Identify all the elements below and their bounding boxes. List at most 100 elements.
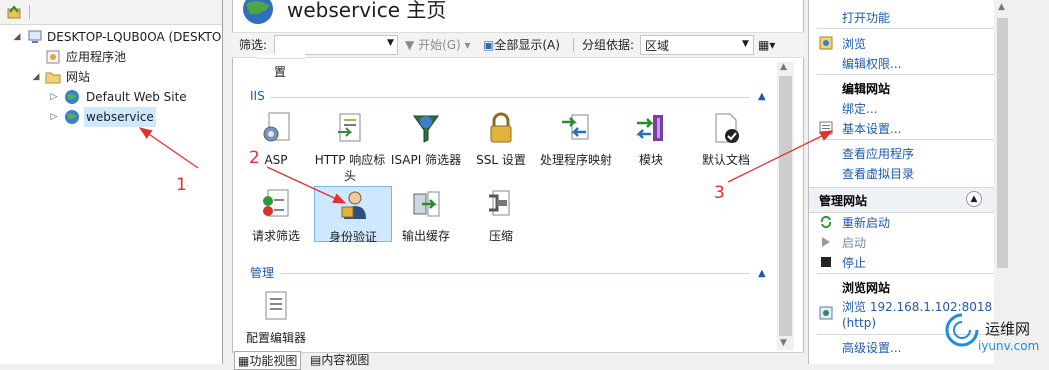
handler-mapping-icon xyxy=(562,114,589,140)
site-globe-icon xyxy=(243,0,273,24)
features-scrollbar[interactable]: ▲ ▼ xyxy=(777,62,794,350)
features-view-icon: ▦ xyxy=(238,354,250,368)
browse-site-header: 浏览网站 xyxy=(842,281,891,295)
page-title: webservice 主页 xyxy=(287,0,447,22)
scroll-down-icon[interactable]: ▼ xyxy=(780,338,787,348)
request-filter-icon xyxy=(263,189,289,217)
feature-output-caching[interactable]: 输出缓存 xyxy=(388,188,464,244)
asp-icon xyxy=(263,112,290,142)
start-link[interactable]: 启动 xyxy=(842,234,866,251)
group-by-value: 区域 xyxy=(645,39,670,53)
feature-modules[interactable]: 模块 xyxy=(613,112,689,168)
folder-icon xyxy=(45,72,61,84)
section-manage-header[interactable]: 管理 xyxy=(250,264,274,282)
section-iis-header[interactable]: IIS xyxy=(250,87,265,105)
watermark-cn: 运维网 xyxy=(985,320,1031,338)
basic-settings-link[interactable]: 基本设置... xyxy=(842,120,901,137)
group-by-select[interactable]: 区域 ▼ xyxy=(640,35,754,55)
restart-link[interactable]: 重新启动 xyxy=(842,214,890,231)
scroll-thumb[interactable] xyxy=(997,18,1008,268)
feature-request-filtering[interactable]: 请求筛选 xyxy=(238,188,314,244)
partial-feature-label: 置 xyxy=(273,65,286,79)
filter-dropdown-icon[interactable]: ▼ xyxy=(387,38,394,48)
basic-settings-icon xyxy=(819,121,833,135)
webservice-label: webservice xyxy=(84,107,156,127)
collapse-manage-icon[interactable]: ▲ xyxy=(758,268,766,279)
content-view-icon: ▤ xyxy=(310,353,322,367)
http-headers-icon xyxy=(338,113,361,142)
actions-scrollbar[interactable]: ▲ xyxy=(994,0,1011,364)
tab-features-view[interactable]: ▦功能视图 xyxy=(234,351,302,370)
annotation-number-2: 2 xyxy=(249,148,260,168)
output-cache-icon xyxy=(413,191,440,217)
start-icon xyxy=(822,237,830,247)
connections-toolbar xyxy=(0,0,222,25)
feature-authentication[interactable]: 身份验证 xyxy=(314,186,392,244)
scroll-up-icon[interactable]: ▲ xyxy=(780,62,787,72)
expand-arrow-icon[interactable]: ▷ xyxy=(49,92,59,102)
back-icon[interactable] xyxy=(6,4,22,20)
compression-icon xyxy=(489,190,510,216)
scroll-thumb[interactable] xyxy=(779,76,792,336)
app-pools-label: 应用程序池 xyxy=(66,50,127,64)
show-all-button[interactable]: ▣全部显示(A) xyxy=(483,37,560,53)
feature-handler-mappings[interactable]: 处理程序映射 xyxy=(538,112,614,168)
annotation-number-3: 3 xyxy=(714,183,725,203)
manage-site-header: 管理网站 xyxy=(819,194,868,208)
lock-icon xyxy=(490,112,512,143)
tree-item-default-site[interactable]: ▷ Default Web Site xyxy=(0,87,222,107)
browse-url-icon xyxy=(819,306,833,320)
feature-compression[interactable]: 压缩 xyxy=(463,188,539,244)
tab-content-view[interactable]: ▤内容视图 xyxy=(310,351,369,368)
feature-isapi-filters[interactable]: ISAPI 筛选器 xyxy=(388,112,464,168)
server-icon xyxy=(28,30,42,43)
browse-protocol-text[interactable]: (http) xyxy=(842,316,876,330)
feature-config-editor[interactable]: 配置编辑器 xyxy=(238,290,314,346)
feature-ssl-settings[interactable]: SSL 设置 xyxy=(463,112,539,168)
server-label: DESKTOP-LQUB0OA (DESKTO xyxy=(47,30,222,44)
group-by-label: 分组依据: xyxy=(582,38,635,52)
feature-default-document[interactable]: 默认文档 xyxy=(688,112,764,168)
chevron-down-icon: ▼ xyxy=(742,39,749,49)
app-pool-icon xyxy=(46,50,60,64)
stop-icon xyxy=(821,257,831,267)
funnel-icon: ▼ xyxy=(405,38,415,52)
actions-panel: 打开功能 浏览 编辑权限... 编辑网站 绑定... 基本设置... 查看应用程… xyxy=(808,0,995,364)
edit-permissions-link[interactable]: 编辑权限... xyxy=(842,55,901,72)
filter-bar: 筛选: ▼ ▼ 开始(G) ▾ ▣全部显示(A) 分组依据: 区域 ▼ ▦▾ xyxy=(232,32,804,58)
tree-item-webservice[interactable]: ▷ webservice xyxy=(0,107,222,127)
view-toggle-button[interactable]: ▦▾ xyxy=(758,37,775,53)
open-feature-link[interactable]: 打开功能 xyxy=(842,9,890,26)
annotation-number-1: 1 xyxy=(176,175,187,195)
manage-site-header-bar[interactable]: 管理网站 ▲ xyxy=(809,187,995,213)
collapse-arrow-icon[interactable]: ◢ xyxy=(31,72,41,82)
config-editor-icon xyxy=(265,291,287,320)
advanced-settings-link[interactable]: 高级设置... xyxy=(842,339,901,356)
sites-label: 网站 xyxy=(66,70,91,84)
tree-item-sites[interactable]: ◢ 网站 xyxy=(0,67,222,87)
browse-link[interactable]: 浏览 xyxy=(842,35,866,52)
show-all-icon: ▣ xyxy=(483,38,495,52)
filter-input[interactable] xyxy=(274,35,398,55)
bindings-link[interactable]: 绑定... xyxy=(842,100,877,117)
view-virtual-directories-link[interactable]: 查看虚拟目录 xyxy=(842,165,914,182)
collapse-iis-icon[interactable]: ▲ xyxy=(758,91,766,102)
watermark-en: iyunv.com xyxy=(978,339,1040,353)
scroll-up-icon[interactable]: ▲ xyxy=(998,2,1005,12)
grid-view-icon: ▦▾ xyxy=(758,38,776,52)
watermark-logo-icon xyxy=(945,313,979,347)
collapse-arrow-icon[interactable]: ◢ xyxy=(12,32,22,42)
start-button[interactable]: ▼ 开始(G) ▾ xyxy=(405,37,471,53)
view-applications-link[interactable]: 查看应用程序 xyxy=(842,145,914,162)
stop-link[interactable]: 停止 xyxy=(842,254,866,271)
filter-label: 筛选: xyxy=(239,38,268,52)
feature-http-headers[interactable]: HTTP 响应标头 xyxy=(312,112,388,184)
collapse-manage-site-icon[interactable]: ▲ xyxy=(966,191,982,207)
tree-item-app-pools[interactable]: 应用程序池 xyxy=(0,47,222,67)
browse-icon xyxy=(819,36,833,50)
edit-site-header: 编辑网站 xyxy=(842,82,891,96)
globe-icon xyxy=(65,90,79,104)
expand-arrow-icon[interactable]: ▷ xyxy=(49,112,59,122)
tree-item-server[interactable]: ◢ DESKTOP-LQUB0OA (DESKTO xyxy=(0,27,222,47)
modules-icon xyxy=(635,115,663,141)
